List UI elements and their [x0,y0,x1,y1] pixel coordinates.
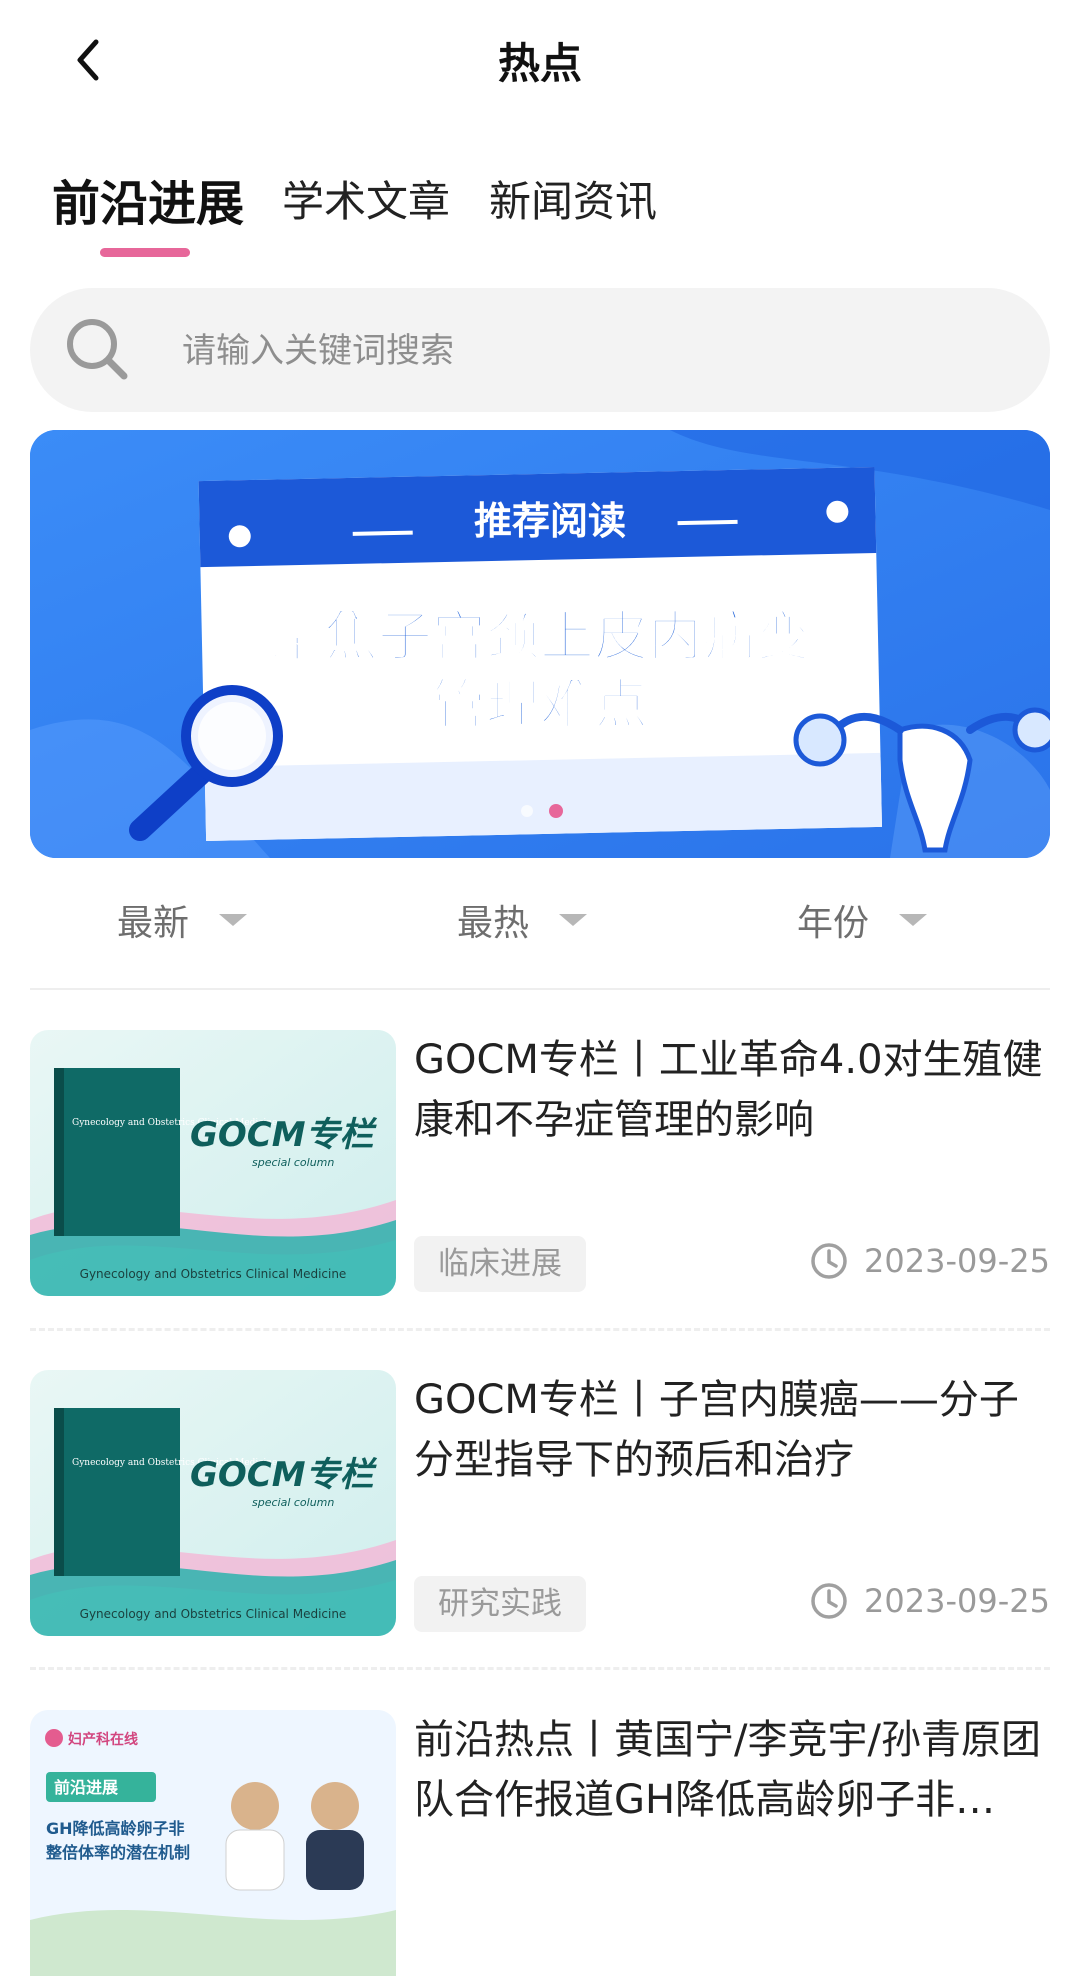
article-date: 2023-09-25 [810,1582,1050,1620]
article-thumbnail: 妇产科在线 前沿进展 GH降低高龄卵子非 整倍体率的潜在机制 [30,1710,396,1976]
article-thumbnail: Gynecology and Obstetrics Clinical Medic… [30,1030,396,1296]
clock-icon [811,1243,847,1279]
svg-text:妇产科在线: 妇产科在线 [67,1731,138,1748]
banner-title-line2: 管理难点 [432,673,648,736]
article-title[interactable]: GOCM专栏丨子宫内膜癌——分子分型指导下的预后和治疗 [414,1370,1050,1490]
svg-text:Gynecology and Obstetrics Clin: Gynecology and Obstetrics Clinical Medic… [80,1267,347,1281]
banner-carousel[interactable]: 推荐阅读 聚焦子宫颈上皮内病变 管理难点 [30,430,1050,858]
article-date-text: 2023-09-25 [864,1582,1050,1620]
clock-icon [811,1583,847,1619]
caret-down-icon [899,914,928,926]
top-bar: 热点 [0,0,1080,120]
svg-text:GH降低高龄卵子非: GH降低高龄卵子非 [46,1819,185,1838]
active-tab-indicator [100,248,190,257]
filter-hottest[interactable]: 最热 [457,890,588,950]
dashed-divider [30,1328,1050,1331]
dashed-divider [30,1667,1050,1670]
svg-text:special column: special column [252,1496,334,1509]
article-thumbnail: Gynecology and Obstetrics Clinical Medic… [30,1370,396,1636]
search-icon [67,319,128,380]
svg-text:GOCM专栏: GOCM专栏 [190,1115,378,1155]
svg-text:special column: special column [252,1156,334,1169]
caret-down-icon [559,914,588,926]
list-item[interactable]: Gynecology and Obstetrics Clinical Medic… [30,1030,1050,1300]
banner-image: 推荐阅读 聚焦子宫颈上皮内病变 管理难点 [30,430,1050,858]
filter-year[interactable]: 年份 [797,890,928,950]
filter-latest[interactable]: 最新 [117,890,248,950]
tab-academic-articles[interactable]: 学术文章 [282,168,450,229]
article-date: 2023-09-25 [810,1242,1050,1280]
filter-hottest-label: 最热 [457,903,530,944]
svg-text:GOCM专栏: GOCM专栏 [190,1455,378,1495]
list-item[interactable]: 妇产科在线 前沿进展 GH降低高龄卵子非 整倍体率的潜在机制 前沿热点丨黄国宁/… [30,1710,1050,1980]
filter-year-label: 年份 [797,903,870,944]
tab-news[interactable]: 新闻资讯 [489,168,657,229]
banner-title-line1: 聚焦子宫颈上皮内病变 [269,605,810,668]
article-title[interactable]: GOCM专栏丨工业革命4.0对生殖健康和不孕症管理的影响 [414,1030,1050,1150]
list-item[interactable]: Gynecology and Obstetrics Clinical Medic… [30,1370,1050,1640]
filter-bar: 最新 最热 年份 [0,890,1080,950]
banner-header-text: 推荐阅读 [474,499,626,543]
svg-text:Gynecology and Obstetrics Clin: Gynecology and Obstetrics Clinical Medic… [80,1607,347,1621]
article-tag: 研究实践 [414,1576,586,1632]
search-input[interactable] [180,318,1004,384]
divider [30,988,1050,990]
svg-text:前沿进展: 前沿进展 [54,1778,119,1797]
carousel-dot-1 [521,805,533,817]
svg-text:整倍体率的潜在机制: 整倍体率的潜在机制 [45,1843,190,1862]
caret-down-icon [219,914,248,926]
article-date-text: 2023-09-25 [864,1242,1050,1280]
article-tag: 临床进展 [414,1236,586,1292]
search-bar[interactable] [30,288,1050,412]
article-title[interactable]: 前沿热点丨黄国宁/李竞宇/孙青原团队合作报道GH降低高龄卵子非… [414,1710,1050,1830]
filter-latest-label: 最新 [117,903,190,944]
page-title: 热点 [497,39,582,88]
carousel-dot-2 [549,804,563,818]
tab-frontier-progress[interactable]: 前沿进展 [52,164,244,234]
